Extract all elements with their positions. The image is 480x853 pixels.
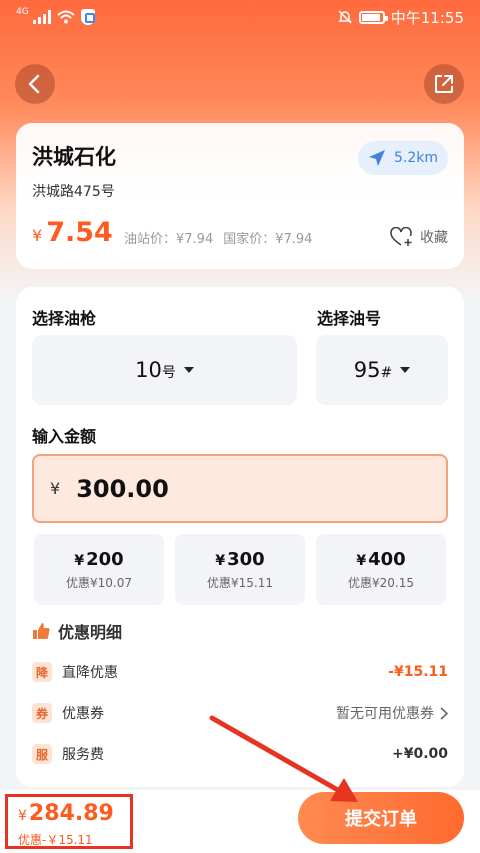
navigation-arrow-icon	[368, 150, 385, 166]
quick-amount-400[interactable]: ¥400 优惠¥20.15	[316, 534, 446, 605]
total-price: ¥ 284.89	[18, 801, 114, 826]
share-icon	[435, 75, 453, 93]
total-saved: 优惠-￥15.11	[18, 833, 93, 847]
quick-amount-300[interactable]: ¥300 优惠¥15.11	[175, 534, 305, 605]
signal-icon	[32, 10, 51, 24]
status-right: 中午11:55	[337, 7, 464, 28]
submit-order-button[interactable]: 提交订单	[298, 792, 464, 844]
oil-value: 95#	[353, 358, 393, 382]
clock: 中午11:55	[390, 8, 464, 27]
network-type: 4G	[16, 7, 29, 17]
favorite-label: 收藏	[420, 230, 448, 246]
distance-label: 5.2km	[393, 150, 438, 166]
price-row: ¥ 7.54	[32, 217, 113, 248]
quick-amount-discount: 优惠¥10.07	[66, 575, 132, 590]
quick-amount-200[interactable]: ¥200 优惠¥10.07	[34, 534, 164, 605]
station-name: 洪城石化	[32, 145, 116, 169]
amount-value: 300.00	[76, 474, 169, 503]
quick-amount-value: ¥200	[74, 548, 124, 570]
gun-section-title: 选择油枪	[32, 309, 97, 328]
discount-badge: 降	[32, 662, 52, 682]
amount-input[interactable]: ¥ 300.00	[32, 454, 448, 523]
quick-amount-value: ¥300	[215, 548, 265, 570]
discount-label: 直降优惠	[62, 665, 118, 681]
caret-down-icon	[183, 367, 194, 373]
station-price: 7.54	[46, 217, 113, 248]
coupon-badge: 券	[32, 703, 52, 723]
service-label: 服务费	[62, 747, 104, 763]
coupon-label: 优惠券	[62, 706, 104, 722]
price-currency: ¥	[32, 226, 43, 245]
discount-header: 优惠明细	[32, 619, 122, 643]
service-value: +¥0.00	[391, 746, 448, 762]
distance-navigate-button[interactable]: 5.2km	[358, 141, 448, 175]
security-icon	[80, 9, 95, 25]
station-address: 洪城路475号	[32, 184, 115, 200]
discount-value: -¥15.11	[388, 664, 448, 680]
amount-currency: ¥	[50, 479, 61, 498]
status-left: 4G	[16, 7, 95, 25]
quick-amount-discount: 优惠¥20.15	[348, 575, 414, 590]
amount-section-title: 输入金额	[32, 427, 97, 446]
station-list-price: 油站价：¥7.94	[124, 232, 214, 247]
thumbs-up-icon	[33, 623, 50, 640]
discount-row-direct: 降 直降优惠 -¥15.11	[32, 660, 448, 684]
quick-amount-value: ¥400	[356, 548, 406, 570]
discount-title: 优惠明细	[58, 623, 123, 642]
heart-plus-icon	[390, 227, 412, 246]
coupon-value: 暂无可用优惠券	[336, 703, 448, 723]
battery-icon	[358, 10, 388, 24]
total-summary: ¥ 284.89 优惠-￥15.11	[5, 794, 133, 849]
coupon-row[interactable]: 券 优惠券 暂无可用优惠券	[32, 701, 448, 725]
back-button[interactable]	[15, 64, 55, 104]
favorite-button[interactable]: 收藏	[390, 227, 448, 247]
chevron-left-icon	[28, 74, 40, 94]
service-fee-row: 服 服务费 +¥0.00	[32, 742, 448, 766]
caret-down-icon	[400, 367, 411, 373]
order-card: 选择油枪 选择油号 10号 95# 输入金额 ¥ 300.00 ¥200 优惠¥…	[16, 287, 464, 787]
share-button[interactable]	[424, 64, 464, 104]
service-badge: 服	[32, 744, 52, 764]
quick-amount-discount: 优惠¥15.11	[207, 575, 273, 590]
national-price: 国家价：¥7.94	[223, 232, 313, 247]
oil-section-title: 选择油号	[317, 309, 382, 328]
status-bar: 4G 中午11:55	[0, 0, 480, 34]
gun-select[interactable]: 10号	[32, 335, 297, 405]
wifi-icon	[57, 10, 75, 24]
oil-select[interactable]: 95#	[316, 335, 448, 405]
mute-bell-icon	[337, 10, 352, 24]
price-meta: 油站价：¥7.94 国家价：¥7.94	[124, 228, 312, 247]
gun-value: 10号	[135, 358, 176, 382]
chevron-right-icon	[440, 706, 448, 720]
station-card: 洪城石化 洪城路475号 5.2km ¥ 7.54 油站价：¥7.94 国家价：…	[16, 123, 464, 269]
